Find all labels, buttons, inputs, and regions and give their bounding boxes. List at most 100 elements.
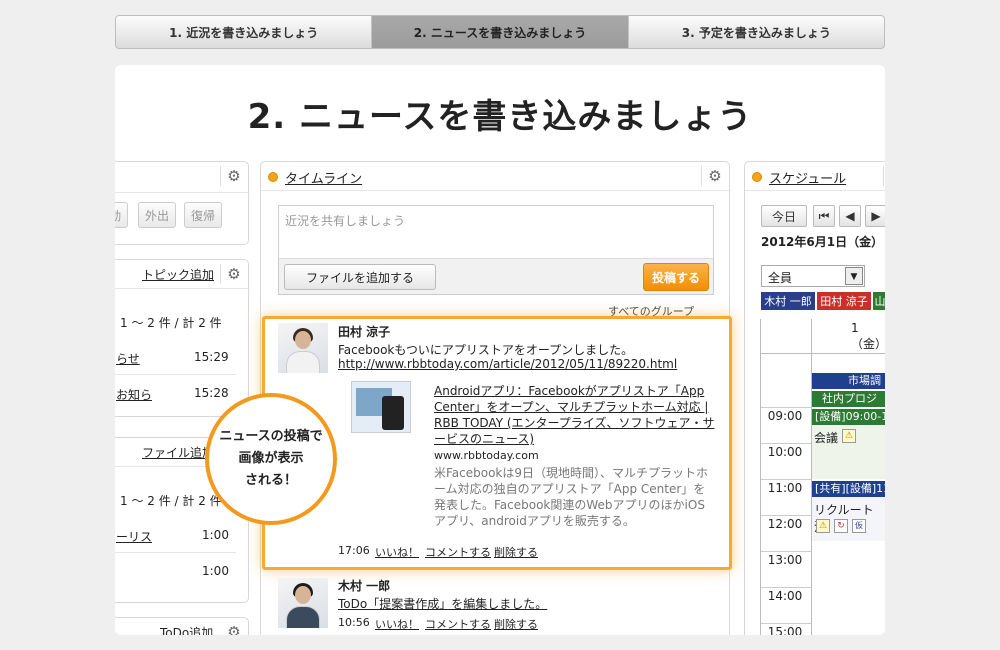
link-title[interactable]: Androidアプリ：Facebookがアプリストア「App Center」をオ… — [434, 383, 716, 447]
divider — [115, 552, 236, 553]
time-label: 15:00 — [767, 625, 803, 635]
todo-panel: ToDo追加 ⚙ — [115, 617, 249, 635]
time-label: 13:00 — [767, 553, 803, 567]
post-time: 10:56 — [338, 616, 370, 629]
topic-add-link[interactable]: トピック追加 — [142, 266, 214, 283]
file-add-link[interactable]: ファイル追加 — [142, 444, 214, 461]
share-box: 近況を共有しましょう ファイルを追加する 投稿する — [278, 205, 714, 295]
topic-time: 15:29 — [194, 350, 229, 364]
delete-link[interactable]: 削除する — [494, 544, 538, 560]
timeline-title[interactable]: タイムライン — [285, 168, 362, 187]
next-button[interactable]: ▶ — [865, 205, 885, 227]
member-tag[interactable]: 山 — [873, 292, 885, 310]
step-tab-1[interactable]: 1. 近況を書き込みましょう — [116, 16, 373, 48]
divider — [701, 166, 702, 186]
divider — [220, 166, 221, 186]
gear-icon[interactable]: ⚙ — [226, 624, 242, 635]
time-label: 11:00 — [767, 481, 803, 495]
post-button[interactable]: 投稿する — [643, 263, 709, 291]
divider — [761, 407, 811, 408]
post-author[interactable]: 田村 涼子 — [338, 323, 390, 340]
allday-event[interactable]: 社内プロジ — [812, 391, 885, 407]
repeat-icon: ↻ — [834, 519, 848, 533]
share-footer: ファイルを追加する 投稿する — [279, 258, 713, 294]
first-page-button[interactable]: ⏮ — [813, 205, 835, 227]
divider — [115, 192, 250, 193]
link-thumbnail — [351, 381, 411, 433]
allday-event[interactable]: 市場調 — [812, 373, 885, 389]
divider — [761, 353, 885, 354]
status-button-out[interactable]: 外出 — [138, 202, 176, 228]
main-card: 2. ニュースを書き込みましょう ⚙ 勤 外出 復帰 トピック追加 ⚙ 1 ～ … — [115, 65, 885, 635]
divider — [761, 479, 811, 480]
warning-icon: ⚠ — [842, 429, 856, 443]
topic-item[interactable]: らせ — [116, 350, 140, 367]
today-button[interactable]: 今日 — [761, 205, 807, 227]
topic-panel: トピック追加 ⚙ 1 ～ 2 件 / 計 2 件 らせ 15:29 お知ら 15… — [115, 259, 250, 417]
post-text[interactable]: ToDo「提案書作成」を編集しました。 — [338, 595, 547, 612]
event-block[interactable]: [共有][設備]11: リクルート活 ⚠ ↻ 仮 — [812, 481, 885, 541]
member-tag[interactable]: 田村 涼子 — [817, 292, 871, 310]
add-file-button[interactable]: ファイルを追加する — [284, 264, 436, 290]
time-label: 14:00 — [767, 589, 803, 603]
divider — [761, 587, 811, 588]
time-label: 12:00 — [767, 517, 803, 531]
divider — [761, 515, 811, 516]
event-header: [設備]09:00-11 — [812, 409, 885, 425]
chevron-down-icon: ▼ — [845, 267, 863, 285]
comment-link[interactable]: コメントする — [425, 616, 491, 632]
link-description: 米Facebookは9日（現地時間）、マルチプラットホーム対応の独自のアプリスト… — [434, 466, 709, 528]
status-button-work[interactable]: 勤 — [115, 202, 128, 228]
topic-item[interactable]: お知ら — [116, 386, 152, 403]
bullet-icon — [268, 172, 278, 182]
event-title: 会議 — [814, 431, 839, 445]
gear-icon[interactable]: ⚙ — [226, 168, 242, 184]
callout-text: ニュースの投稿で 画像が表示 される！ — [219, 429, 323, 488]
divider — [761, 623, 811, 624]
prev-button[interactable]: ◀ — [839, 205, 861, 227]
step-tab-3[interactable]: 3. 予定を書き込みましょう — [629, 16, 884, 48]
status-button-return[interactable]: 復帰 — [184, 202, 222, 228]
like-link[interactable]: いいね！ — [375, 544, 419, 560]
event-block[interactable]: [設備]09:00-11 会議 ⚠ — [812, 409, 885, 479]
topic-time: 15:28 — [194, 386, 229, 400]
file-count: 1 ～ 2 件 / 計 2 件 — [120, 494, 222, 508]
callout-bubble: ニュースの投稿で 画像が表示 される！ — [205, 393, 337, 525]
share-input[interactable]: 近況を共有しましょう — [285, 212, 405, 229]
member-tag[interactable]: 木村 一郎 — [761, 292, 815, 310]
day-header: 1（金） — [851, 321, 885, 351]
member-select-value: 全員 — [768, 271, 793, 285]
avatar — [278, 323, 328, 373]
topic-count: 1 ～ 2 件 / 計 2 件 — [120, 316, 222, 330]
step-tabs: 1. 近況を書き込みましょう 2. ニュースを書き込みましょう 3. 予定を書き… — [115, 15, 885, 49]
gear-icon[interactable]: ⚙ — [226, 266, 242, 282]
file-time: 1:00 — [202, 528, 229, 542]
comment-link[interactable]: コメントする — [425, 544, 491, 560]
divider — [883, 166, 884, 186]
post-time: 17:06 — [338, 544, 370, 557]
divider — [115, 288, 250, 289]
event-header: [共有][設備]11: — [812, 481, 885, 497]
avatar — [278, 578, 328, 628]
tentative-icon: 仮 — [852, 519, 866, 533]
warning-icon: ⚠ — [816, 519, 830, 533]
like-link[interactable]: いいね！ — [375, 616, 419, 632]
divider — [745, 190, 885, 191]
member-select[interactable]: 全員 ▼ — [761, 265, 865, 287]
status-panel: ⚙ 勤 外出 復帰 — [115, 161, 250, 245]
file-time: 1:00 — [202, 564, 229, 578]
gear-icon[interactable]: ⚙ — [707, 168, 723, 184]
file-item[interactable]: ーリス — [116, 528, 152, 545]
post-text: Facebookもついにアプリストアをオープンしました。 — [338, 343, 634, 357]
time-label: 10:00 — [767, 445, 803, 459]
schedule-title[interactable]: スケジュール — [769, 168, 846, 187]
divider — [220, 264, 221, 284]
post-url[interactable]: http://www.rbbtoday.com/article/2012/05/… — [338, 357, 677, 371]
post-author[interactable]: 木村 一郎 — [338, 577, 390, 594]
divider — [761, 443, 811, 444]
divider — [261, 190, 731, 191]
page-title: 2. ニュースを書き込みましょう — [247, 97, 753, 137]
step-tab-2[interactable]: 2. ニュースを書き込みましょう — [372, 16, 629, 48]
todo-add-link[interactable]: ToDo追加 — [160, 624, 213, 635]
delete-link[interactable]: 削除する — [494, 616, 538, 632]
